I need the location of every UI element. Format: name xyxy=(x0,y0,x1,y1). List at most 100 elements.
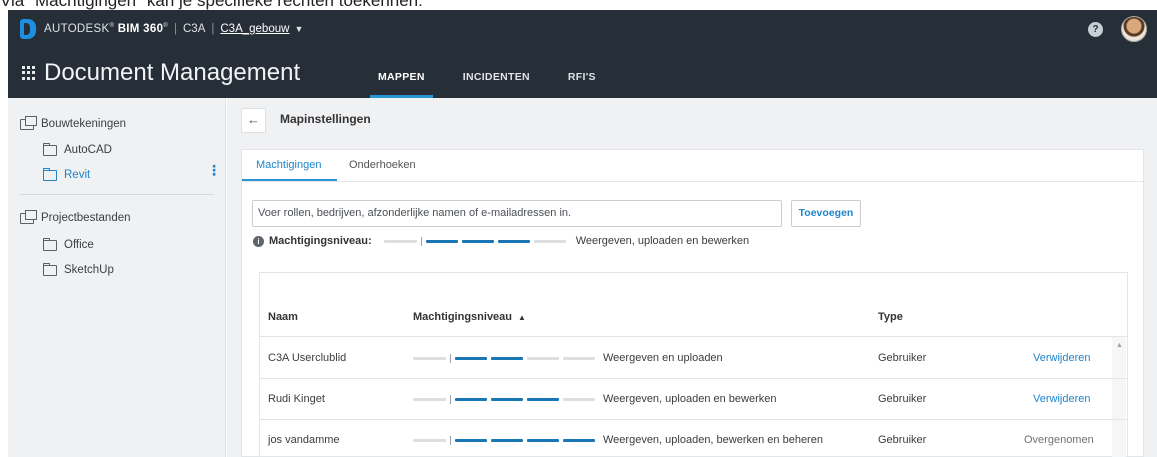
help-icon[interactable]: ? xyxy=(1088,22,1103,37)
folder-set-icon xyxy=(20,115,37,130)
folder-settings-panel: Machtigingen Onderhoeken Voer rollen, be… xyxy=(241,149,1144,457)
sidebar-item-label: AutoCAD xyxy=(64,144,112,156)
meter-segment xyxy=(563,397,595,401)
meter-tick xyxy=(450,394,451,404)
remove-link[interactable]: Verwijderen xyxy=(1033,352,1090,364)
app-grid-icon[interactable] xyxy=(22,66,36,80)
folder-icon xyxy=(43,167,57,181)
meter-segment xyxy=(413,397,446,401)
row-type: Gebruiker xyxy=(878,393,927,405)
column-header-label: Machtigingsniveau xyxy=(413,311,513,323)
folder-sidebar: Bouwtekeningen AutoCAD Revit ⋮ Projectbe… xyxy=(8,98,226,457)
row-name: C3A Userclublid xyxy=(268,352,347,364)
column-header-type[interactable]: Type xyxy=(878,311,903,323)
meter-segment xyxy=(461,239,494,243)
subtab-bar: Machtigingen Onderhoeken xyxy=(242,150,1143,182)
brand: AUTODESK® BIM 360® xyxy=(44,23,168,35)
table-row: Rudi Kinget Weergeven, uploaden en bewer… xyxy=(260,379,1127,420)
inherited-label: Overgenomen xyxy=(1024,434,1094,446)
row-type: Gebruiker xyxy=(878,352,927,364)
page-title: Mapinstellingen xyxy=(280,112,371,126)
sidebar-item-label: Revit xyxy=(64,169,91,181)
app-title: Document Management xyxy=(44,59,301,86)
main-content: ← Mapinstellingen Machtigingen Onderhoek… xyxy=(227,98,1157,457)
meter-segment xyxy=(455,356,487,360)
sidebar-item-bouwtekeningen[interactable]: Bouwtekeningen xyxy=(20,115,127,130)
permission-level-meter xyxy=(413,353,599,363)
meter-segment xyxy=(563,356,595,360)
meter-segment xyxy=(455,397,487,401)
app-header: Document Management MAPPEN INCIDENTEN RF… xyxy=(8,48,1157,98)
avatar[interactable] xyxy=(1121,16,1147,42)
column-header-naam[interactable]: Naam xyxy=(268,311,298,323)
meter-segment xyxy=(455,438,487,442)
meter-segment xyxy=(413,356,446,360)
meter-segment xyxy=(527,438,559,442)
account-name[interactable]: C3A xyxy=(183,23,205,35)
row-permission-level[interactable]: Weergeven en uploaden xyxy=(413,352,723,364)
tab-rfis[interactable]: RFI'S xyxy=(560,48,604,98)
meter-tick xyxy=(450,435,451,445)
info-icon: i xyxy=(253,235,264,247)
row-name: jos vandamme xyxy=(268,434,340,446)
folder-icon xyxy=(43,262,57,276)
project-name: C3A_gebouw xyxy=(220,23,290,35)
brand-prefix: AUTODESK xyxy=(44,23,110,35)
sidebar-item-office[interactable]: Office xyxy=(43,237,94,251)
sidebar-item-revit[interactable]: Revit xyxy=(43,167,91,181)
meter-segment xyxy=(491,397,523,401)
tab-incidenten[interactable]: INCIDENTEN xyxy=(455,48,538,98)
meter-segment xyxy=(527,356,559,360)
meter-tick xyxy=(450,353,451,363)
top-bar: AUTODESK® BIM 360® | C3A | C3A_gebouw ▼ ?… xyxy=(8,10,1157,98)
sort-ascending-icon: ▲ xyxy=(518,313,526,322)
sidebar-item-projectbestanden[interactable]: Projectbestanden xyxy=(20,209,131,224)
meter-segment xyxy=(425,239,458,243)
separator: | xyxy=(174,23,177,35)
permission-level-value: Weergeven, uploaden en bewerken xyxy=(575,235,750,247)
folder-icon xyxy=(43,142,57,156)
table-row: jos vandamme Weergeven, uploaden, bewerk… xyxy=(260,420,1127,457)
meter-segment xyxy=(383,239,417,243)
project-selector[interactable]: C3A_gebouw ▼ xyxy=(220,23,303,35)
row-permission-level[interactable]: Weergeven, uploaden en bewerken xyxy=(413,393,776,405)
meter-segment xyxy=(563,438,595,442)
sidebar-item-label: SketchUp xyxy=(64,264,114,276)
caption-text: Via "Machtigingen" kan je specifieke rec… xyxy=(0,0,423,10)
meter-segment xyxy=(413,438,446,442)
brand-product: BIM 360 xyxy=(117,23,164,35)
back-arrow-icon[interactable]: ← xyxy=(241,108,266,133)
permission-level-text: Weergeven, uploaden en bewerken xyxy=(603,393,777,405)
row-type: Gebruiker xyxy=(878,434,927,446)
column-header-machtigingsniveau[interactable]: Machtigingsniveau ▲ xyxy=(413,311,526,323)
tab-mappen[interactable]: MAPPEN xyxy=(370,48,433,98)
folder-set-icon xyxy=(20,209,37,224)
table-row: C3A Userclublid Weergeven en uploaden Ge… xyxy=(260,338,1127,379)
remove-link[interactable]: Verwijderen xyxy=(1033,393,1090,405)
row-permission-level: Weergeven, uploaden, bewerken en beheren xyxy=(413,434,823,446)
header-row: AUTODESK® BIM 360® | C3A | C3A_gebouw ▼ ? xyxy=(8,10,1157,48)
sidebar-item-autocad[interactable]: AutoCAD xyxy=(43,142,112,156)
tab-machtigingen[interactable]: Machtigingen xyxy=(256,159,321,171)
more-options-icon[interactable]: ⋮ xyxy=(207,163,221,177)
permission-level-text: Weergeven en uploaden xyxy=(603,352,723,364)
meter-segment xyxy=(491,356,523,360)
permission-level-meter[interactable] xyxy=(383,236,570,246)
table-header: Naam Machtigingsniveau ▲ Type xyxy=(260,273,1127,337)
add-button[interactable]: Toevoegen xyxy=(791,200,861,227)
tab-onderhoeken[interactable]: Onderhoeken xyxy=(349,159,416,171)
meter-tick xyxy=(420,236,422,246)
meter-segment xyxy=(491,438,523,442)
permissions-table: Naam Machtigingsniveau ▲ Type ▲ C3A Userc… xyxy=(259,272,1128,457)
permission-level-meter xyxy=(413,435,599,445)
permission-level-label: Machtigingsniveau: xyxy=(269,235,372,247)
permission-level-meter xyxy=(413,394,599,404)
add-members-input[interactable]: Voer rollen, bedrijven, afzonderlijke na… xyxy=(252,200,782,227)
sidebar-item-sketchup[interactable]: SketchUp xyxy=(43,262,114,276)
folder-icon xyxy=(43,237,57,251)
chevron-down-icon: ▼ xyxy=(294,24,304,34)
permission-level-selector[interactable]: i Machtigingsniveau: Weergeven, uploaden… xyxy=(253,234,749,248)
sidebar-item-label: Bouwtekeningen xyxy=(41,118,127,130)
row-name: Rudi Kinget xyxy=(268,393,325,405)
permission-level-text: Weergeven, uploaden, bewerken en beheren xyxy=(603,434,823,446)
